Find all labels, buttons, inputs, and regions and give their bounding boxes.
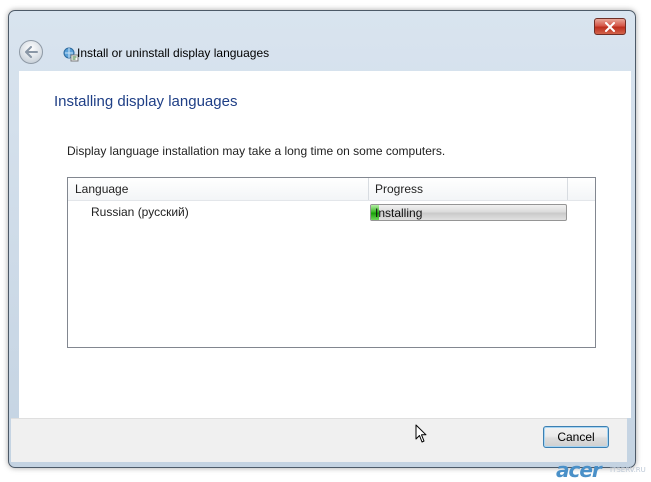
- window-title: Install or uninstall display languages: [77, 46, 270, 60]
- row-language: Russian (русский): [91, 205, 189, 219]
- navigation-bar: Install or uninstall display languages: [9, 38, 627, 70]
- back-arrow-icon: [25, 46, 38, 58]
- close-icon: [605, 21, 615, 32]
- mouse-cursor-icon: [415, 424, 427, 443]
- progress-bar: Installing: [370, 204, 567, 221]
- acer-logo: acer: [556, 458, 602, 482]
- column-header-progress[interactable]: Progress: [369, 178, 568, 200]
- column-header-language[interactable]: Language: [68, 178, 369, 200]
- footer-bar: [11, 418, 627, 462]
- page-title: Installing display languages: [54, 93, 238, 110]
- language-list[interactable]: Language Progress Russian (русский) Inst…: [67, 177, 596, 348]
- cancel-button[interactable]: Cancel: [543, 426, 609, 448]
- list-row[interactable]: Russian (русский) Installing: [68, 201, 595, 223]
- column-header-filler: [568, 178, 595, 200]
- page-description: Display language installation may take a…: [67, 144, 446, 158]
- content-area: Installing display languages Display lan…: [19, 71, 631, 418]
- back-button[interactable]: [19, 40, 43, 64]
- close-button[interactable]: [594, 18, 626, 35]
- list-header: Language Progress: [68, 178, 595, 201]
- site-watermark: ITSERV.RU: [610, 466, 646, 474]
- progress-label: Installing: [375, 206, 423, 220]
